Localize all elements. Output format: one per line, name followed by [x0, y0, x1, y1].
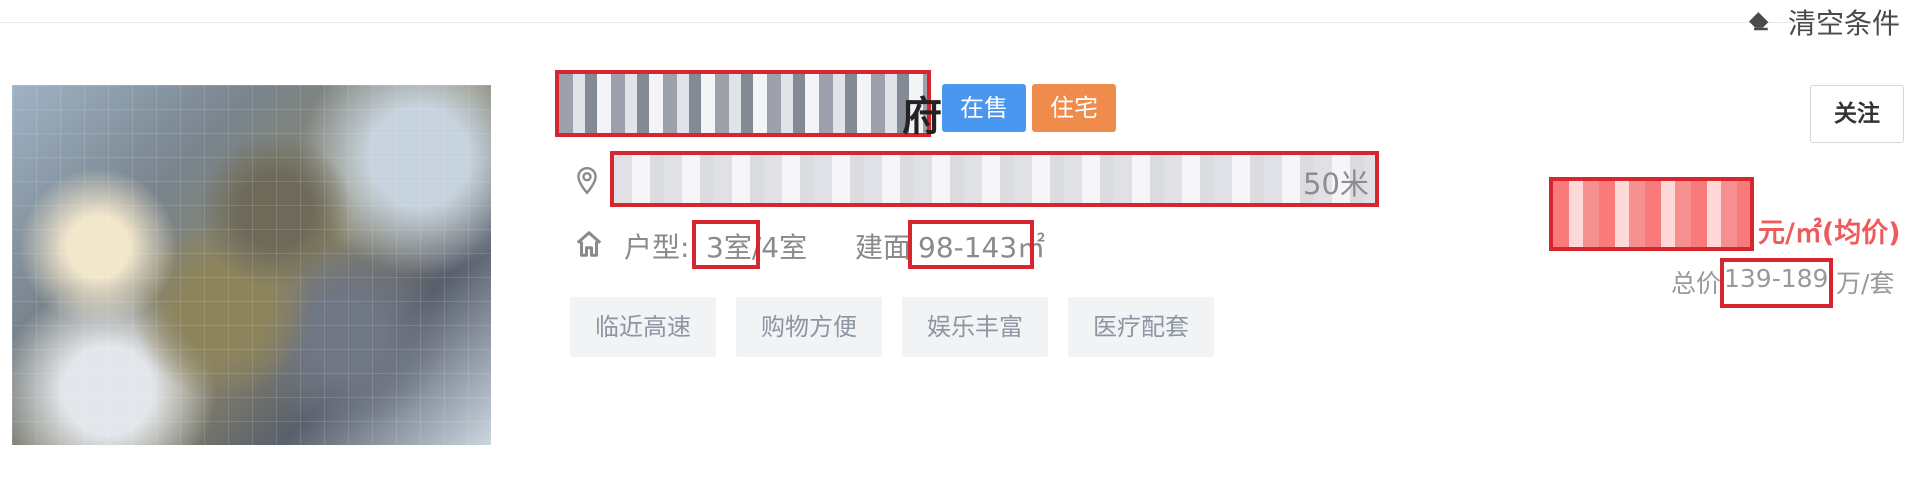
house-icon — [576, 231, 602, 257]
property-photo[interactable] — [12, 85, 491, 445]
area-label: 建面 — [855, 231, 912, 264]
top-divider — [0, 22, 1900, 23]
area-highlight — [908, 220, 1034, 269]
location-pin-icon — [577, 166, 597, 195]
address-visible-suffix: 50米 — [1303, 167, 1369, 201]
total-price-unit: 万/套 — [1836, 269, 1895, 298]
follow-button[interactable]: 关注 — [1810, 85, 1904, 143]
title-visible-suffix[interactable]: 府 — [902, 84, 942, 142]
clear-filters-label: 清空条件 — [1787, 7, 1900, 40]
tag-item: 购物方便 — [736, 297, 882, 357]
total-price-label: 总价 — [1671, 269, 1722, 298]
layout-label: 户型: — [624, 231, 690, 264]
tag-item: 娱乐丰富 — [902, 297, 1048, 357]
eraser-icon — [1744, 4, 1774, 41]
tag-list: 临近高速 购物方便 娱乐丰富 医疗配套 — [570, 297, 1214, 357]
redacted-title[interactable] — [555, 70, 931, 137]
redacted-average-price — [1549, 177, 1754, 251]
property-type-badge: 住宅 — [1032, 84, 1116, 132]
tag-item: 医疗配套 — [1068, 297, 1214, 357]
price-unit: 元/㎡(均价) — [1758, 218, 1901, 249]
clear-filters-button[interactable]: 清空条件 — [1744, 2, 1900, 42]
redacted-address — [610, 151, 1379, 207]
layout-highlight — [692, 220, 760, 269]
tag-item: 临近高速 — [570, 297, 716, 357]
total-price-highlight — [1720, 258, 1833, 308]
status-badge: 在售 — [942, 84, 1026, 132]
